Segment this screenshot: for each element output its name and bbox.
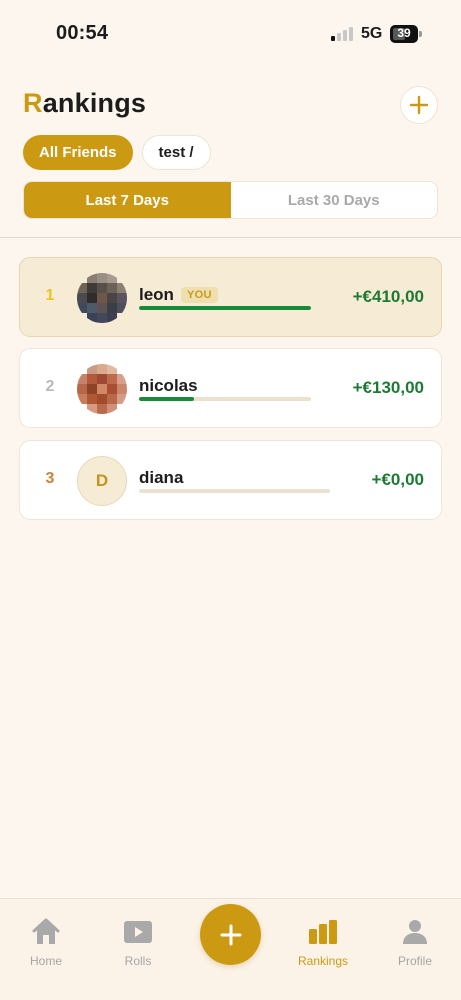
person-icon [403,920,427,944]
tab-last-7-days[interactable]: Last 7 Days [24,182,231,218]
bar-chart-icon [309,920,337,944]
chip-test[interactable]: test / [141,135,211,170]
battery-cap [419,31,422,37]
group-chips: All Friends test / [23,135,211,170]
progress-bar [139,489,330,493]
nav-label: Rolls [124,954,152,968]
plus-icon [220,924,241,945]
divider [0,237,461,238]
winnings-amount: +€410,00 [352,287,424,306]
progress-fill [139,306,311,310]
progress-bar [139,397,311,401]
nav-rolls[interactable]: Rolls [98,917,178,968]
page-title: Rankings [23,88,146,119]
rank-number: 2 [45,378,55,395]
player-name: leon [139,285,174,304]
player-name: nicolas [139,376,198,395]
avatar-initial: D [95,471,109,490]
add-group-button[interactable] [400,86,438,124]
avatar [77,273,127,323]
ranking-row-nicolas[interactable]: 2 nicolas +€130,00 [19,348,442,428]
name-row: leon YOU [139,285,218,305]
home-icon [32,918,60,944]
winnings-amount: +€130,00 [352,378,424,397]
progress-bar [139,306,311,310]
network-label: 5G [361,25,383,42]
rank-number: 3 [45,470,55,487]
page-title-rest: ankings [42,88,147,118]
period-tabs: Last 7 Days Last 30 Days [23,181,438,219]
signal-icon [331,27,355,41]
plus-icon [409,95,429,115]
avatar [77,364,127,414]
tab-last-30-days[interactable]: Last 30 Days [231,182,438,218]
nav-label: Rankings [297,954,349,968]
battery-icon: 39 [390,25,418,43]
page-title-initial: R [23,88,43,118]
avatar: D [77,456,127,506]
nav-label: Profile [397,954,432,968]
progress-fill [139,397,195,401]
add-roll-button[interactable] [200,904,261,965]
player-name: diana [139,468,184,487]
nav-profile[interactable]: Profile [375,917,455,968]
play-icon [124,921,152,943]
name-row: nicolas [139,376,198,396]
chip-all-friends[interactable]: All Friends [23,135,133,170]
nav-label: Home [29,954,62,968]
battery-level: 39 [397,26,411,40]
you-badge: YOU [180,287,218,303]
ranking-row-leon[interactable]: 1 leon YOU +€410,00 [19,257,442,337]
bottom-nav: Home Rolls Rankings Profile [0,898,461,1000]
nav-home[interactable]: Home [6,917,86,968]
status-bar: 00:54 5G 39 [0,0,461,64]
status-time: 00:54 [56,22,109,44]
rank-number: 1 [45,287,55,304]
name-row: diana [139,468,183,488]
nav-rankings[interactable]: Rankings [283,917,363,968]
winnings-amount: +€0,00 [371,470,424,489]
ranking-row-diana[interactable]: 3 D diana +€0,00 [19,440,442,520]
